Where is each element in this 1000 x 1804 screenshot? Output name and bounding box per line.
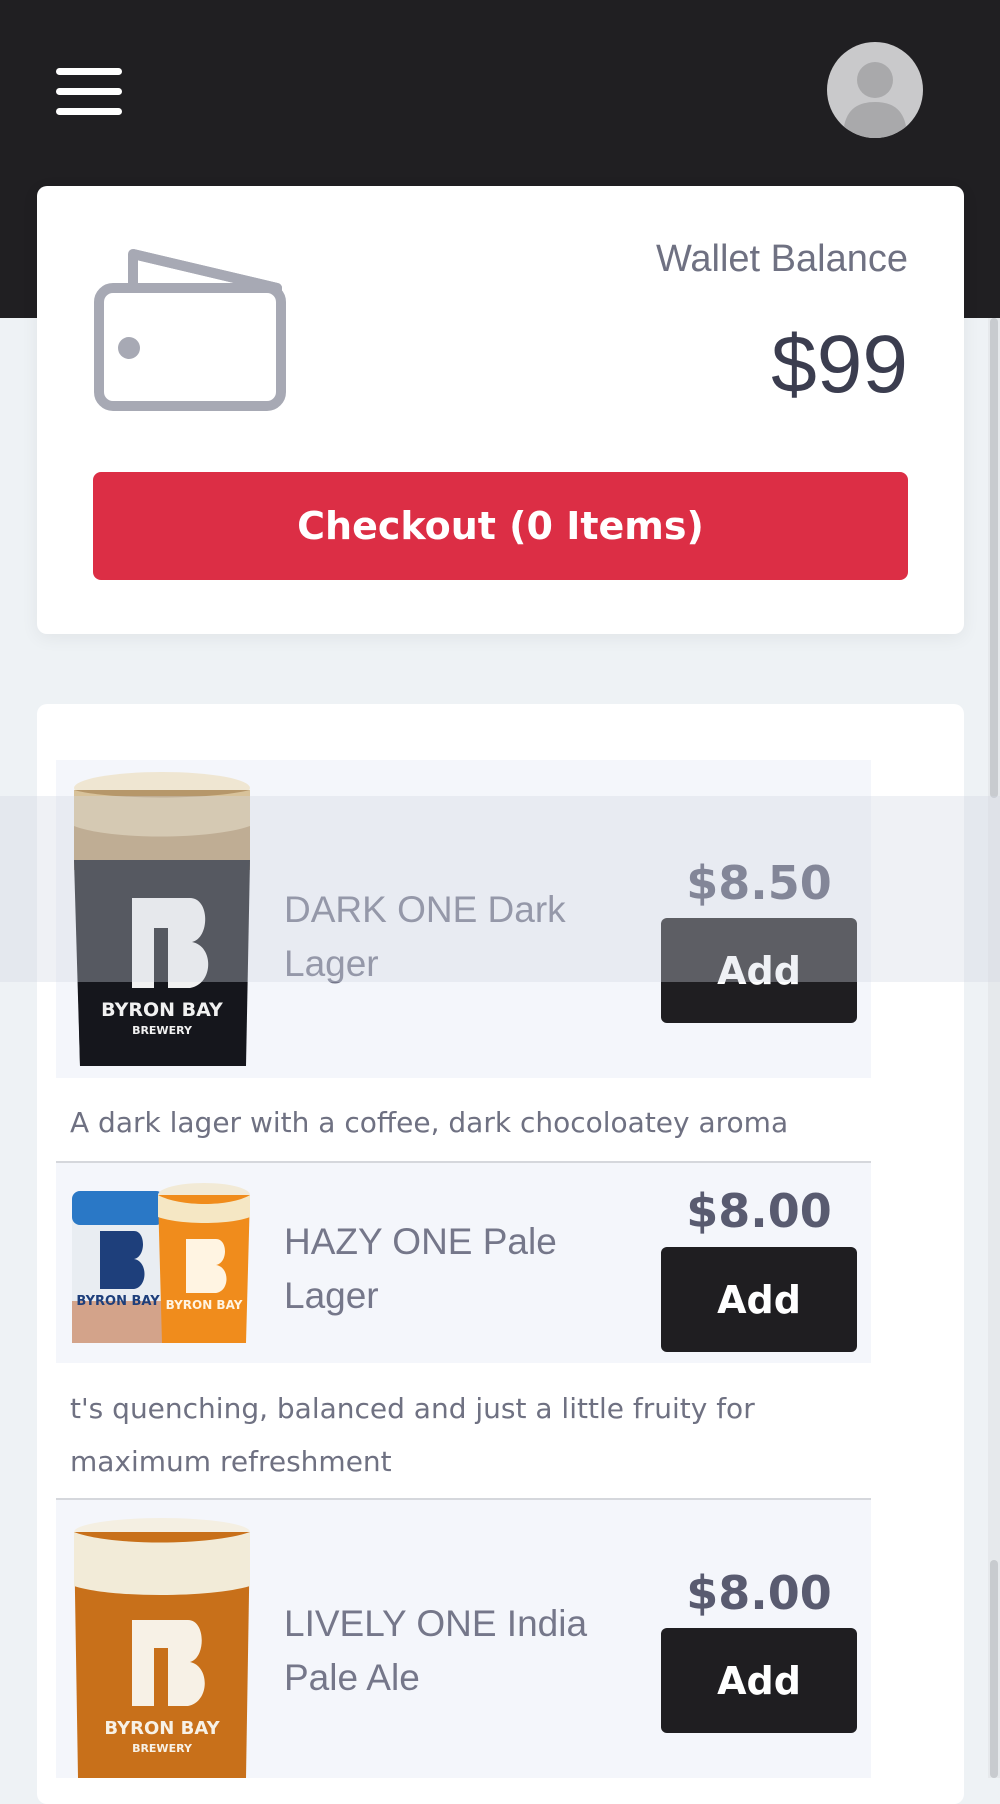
logo-text: BYRON BAY — [104, 1718, 220, 1739]
logo-subtext: BREWERY — [132, 1742, 193, 1755]
product-row-hazy-one: BYRON BAY BYRON BAY HAZY ONE Pale Lager … — [56, 1163, 871, 1363]
logo-text: BYRON BAY — [76, 1294, 160, 1309]
checkout-button[interactable]: Checkout (0 Items) — [93, 472, 908, 580]
product-price: $8.00 — [686, 1184, 832, 1238]
scrollbar-thumb[interactable] — [990, 318, 998, 798]
logo-text: BYRON BAY — [166, 1298, 243, 1312]
product-name: DARK ONE Dark Lager — [284, 889, 566, 984]
product-price: $8.50 — [686, 856, 832, 910]
wallet-balance-amount: $99 — [771, 319, 908, 410]
menu-line — [56, 108, 122, 115]
add-to-cart-button[interactable]: Add — [661, 1247, 857, 1352]
product-name: HAZY ONE Pale Lager — [284, 1221, 557, 1316]
add-to-cart-button[interactable]: Add — [661, 918, 857, 1023]
menu-line — [56, 88, 122, 95]
product-row-dark-one: BYRON BAY BREWERY DARK ONE Dark Lager $8… — [56, 760, 871, 1078]
add-to-cart-button[interactable]: Add — [661, 1628, 857, 1733]
wallet-card: Wallet Balance $99 Checkout (0 Items) — [37, 186, 964, 634]
hamburger-menu-icon[interactable] — [56, 68, 122, 116]
user-avatar-icon[interactable] — [827, 42, 923, 138]
avatar-silhouette-icon — [843, 62, 907, 138]
product-description: t's quenching, balanced and just a littl… — [70, 1392, 755, 1478]
dark-lager-image: BYRON BAY BREWERY — [70, 770, 254, 1070]
scrollbar-thumb-lower[interactable] — [990, 1560, 998, 1778]
lively-ipa-image: BYRON BAY BREWERY — [70, 1518, 254, 1778]
product-description: A dark lager with a coffee, dark chocolo… — [70, 1106, 789, 1139]
product-name: LIVELY ONE India Pale Ale — [284, 1603, 588, 1698]
product-row-lively-one: BYRON BAY BREWERY LIVELY ONE India Pale … — [56, 1500, 871, 1778]
logo-subtext: BREWERY — [132, 1024, 193, 1037]
product-price: $8.00 — [686, 1566, 832, 1620]
menu-line — [56, 68, 122, 75]
hazy-lager-image: BYRON BAY BYRON BAY — [70, 1181, 254, 1346]
logo-text: BYRON BAY — [101, 999, 223, 1021]
wallet-icon — [91, 236, 287, 416]
wallet-balance-label: Wallet Balance — [655, 238, 908, 280]
